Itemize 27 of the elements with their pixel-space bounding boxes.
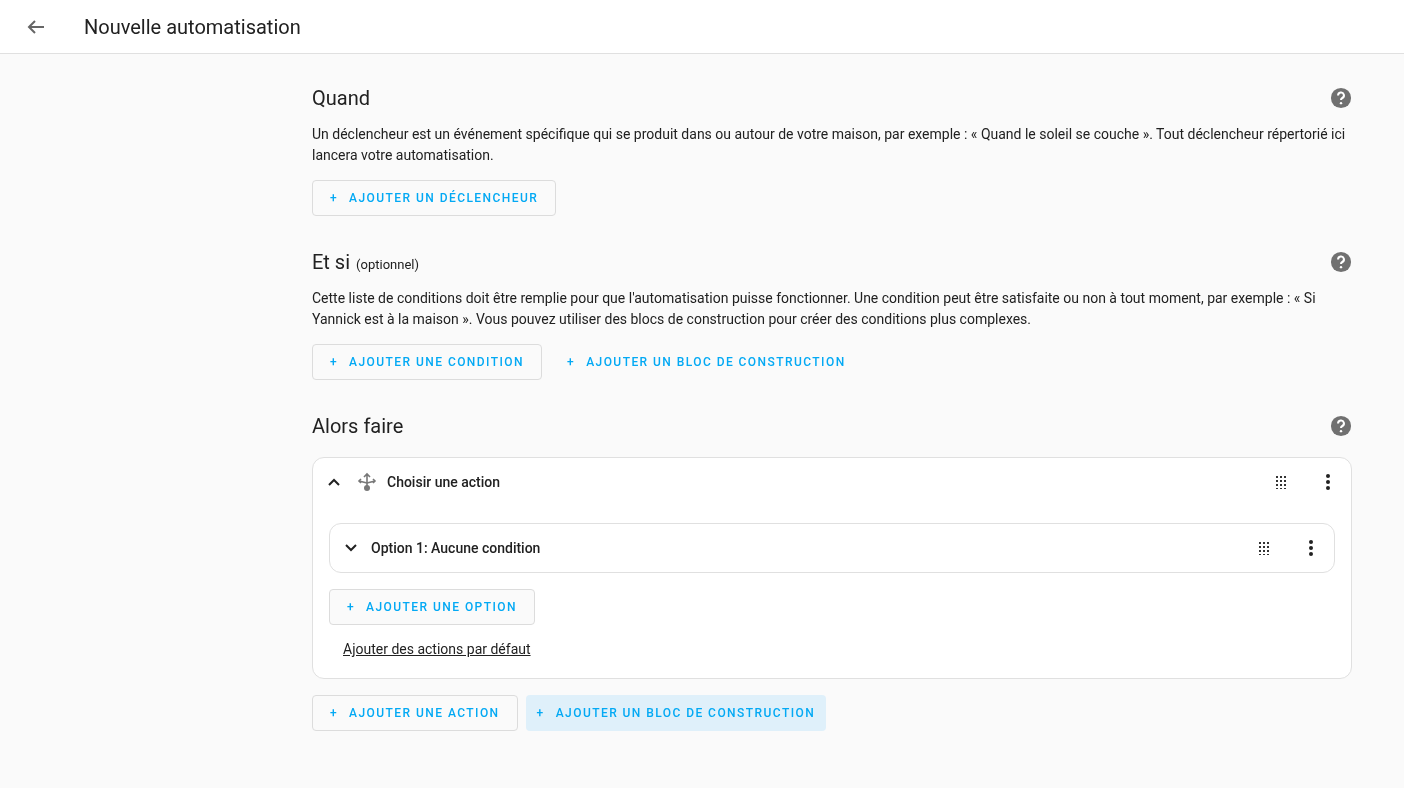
- add-button[interactable]: + AJOUTER UNE ACTION: [312, 695, 518, 731]
- chevron-up-icon[interactable]: [327, 477, 341, 487]
- add-button[interactable]: + AJOUTER UNE CONDITION: [312, 344, 543, 380]
- drag-handle-icon[interactable]: [1258, 541, 1270, 555]
- option-card[interactable]: Option 1: Aucune condition: [329, 523, 1335, 573]
- section-title: Alors faire: [312, 413, 404, 440]
- section-description: Un déclencheur est un événement spécifique qui se produit dans ou autour de votre maison, par exemple : « Quand le soleil se couche ». Tout déclencheur répertorié ici lancera votre automatisation.: [312, 125, 1347, 165]
- add-button[interactable]: + AJOUTER UN DÉCLENCHEUR: [312, 180, 557, 216]
- help-icon[interactable]: [1330, 415, 1352, 437]
- help-icon[interactable]: [1330, 87, 1352, 109]
- optional-label: (optionnel): [356, 256, 419, 274]
- help-icon[interactable]: [1330, 251, 1352, 273]
- branch-arrows-icon: [356, 471, 378, 493]
- section-description: Cette liste de conditions doit être remplie pour que l'automatisation puisse fonctionner. Une condition peut être satisfaite ou non à tout moment, par exemple : « Si Yannick est à la maison ». Vous pouvez utiliser des blocs de construction pour créer des conditions plus complexes.: [312, 289, 1317, 329]
- add-button[interactable]: + AJOUTER UN BLOC DE CONSTRUCTION: [550, 344, 863, 380]
- default-actions-link[interactable]: Ajouter des actions par défaut: [343, 639, 531, 660]
- more-menu-icon[interactable]: [1325, 473, 1331, 491]
- action-title[interactable]: Choisir une action: [387, 471, 1275, 493]
- section-title: Et si: [312, 249, 351, 276]
- add-button[interactable]: + AJOUTER UN BLOC DE CONSTRUCTION: [525, 695, 827, 731]
- section-title: Quand: [312, 85, 370, 112]
- more-menu-icon[interactable]: [1308, 539, 1314, 557]
- page-title: Nouvelle automatisation: [84, 13, 301, 41]
- option-title: Option 1: Aucune condition: [371, 538, 542, 558]
- drag-handle-icon[interactable]: [1275, 475, 1287, 489]
- chevron-down-icon[interactable]: [344, 543, 358, 553]
- add-button[interactable]: + AJOUTER UNE OPTION: [329, 589, 535, 625]
